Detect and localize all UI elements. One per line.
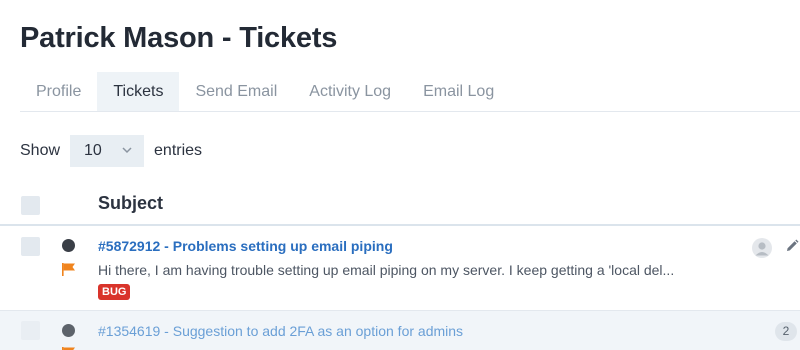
flag-icon bbox=[62, 263, 75, 276]
table-header: Subject bbox=[0, 186, 800, 226]
status-dot-icon bbox=[62, 324, 75, 337]
table-row: #5872912 - Problems setting up email pip… bbox=[0, 226, 800, 311]
ticket-subject-link[interactable]: #1354619 - Suggestion to add 2FA as an o… bbox=[98, 323, 463, 339]
tab-email-log[interactable]: Email Log bbox=[407, 72, 510, 111]
page-title: Patrick Mason - Tickets bbox=[20, 22, 338, 54]
row-checkbox[interactable] bbox=[21, 321, 40, 340]
select-all-checkbox[interactable] bbox=[21, 196, 40, 215]
status-dot-icon bbox=[62, 239, 75, 252]
entries-label: entries bbox=[154, 142, 203, 159]
bug-tag-badge: BUG bbox=[98, 284, 131, 300]
entries-value: 10 bbox=[84, 142, 102, 159]
tab-bar: Profile Tickets Send Email Activity Log … bbox=[20, 72, 800, 112]
entries-select[interactable]: 10 bbox=[70, 135, 145, 167]
reply-count-badge: 2 bbox=[775, 322, 797, 341]
tab-send-email[interactable]: Send Email bbox=[179, 72, 293, 111]
tab-activity-log[interactable]: Activity Log bbox=[293, 72, 407, 111]
table-row: #1354619 - Suggestion to add 2FA as an o… bbox=[0, 311, 800, 350]
tab-tickets[interactable]: Tickets bbox=[97, 72, 180, 111]
pencil-icon[interactable] bbox=[785, 239, 799, 253]
ticket-subject-link[interactable]: #5872912 - Problems setting up email pip… bbox=[98, 238, 393, 254]
column-header-subject[interactable]: Subject bbox=[98, 193, 163, 214]
avatar-icon[interactable] bbox=[752, 238, 772, 258]
row-checkbox[interactable] bbox=[21, 237, 40, 256]
entries-control: Show 10 entries bbox=[20, 135, 202, 167]
chevron-down-icon bbox=[122, 145, 132, 157]
ticket-preview: Hi there, I am having trouble setting up… bbox=[98, 262, 675, 278]
show-label: Show bbox=[20, 142, 61, 159]
tab-profile[interactable]: Profile bbox=[20, 72, 97, 111]
